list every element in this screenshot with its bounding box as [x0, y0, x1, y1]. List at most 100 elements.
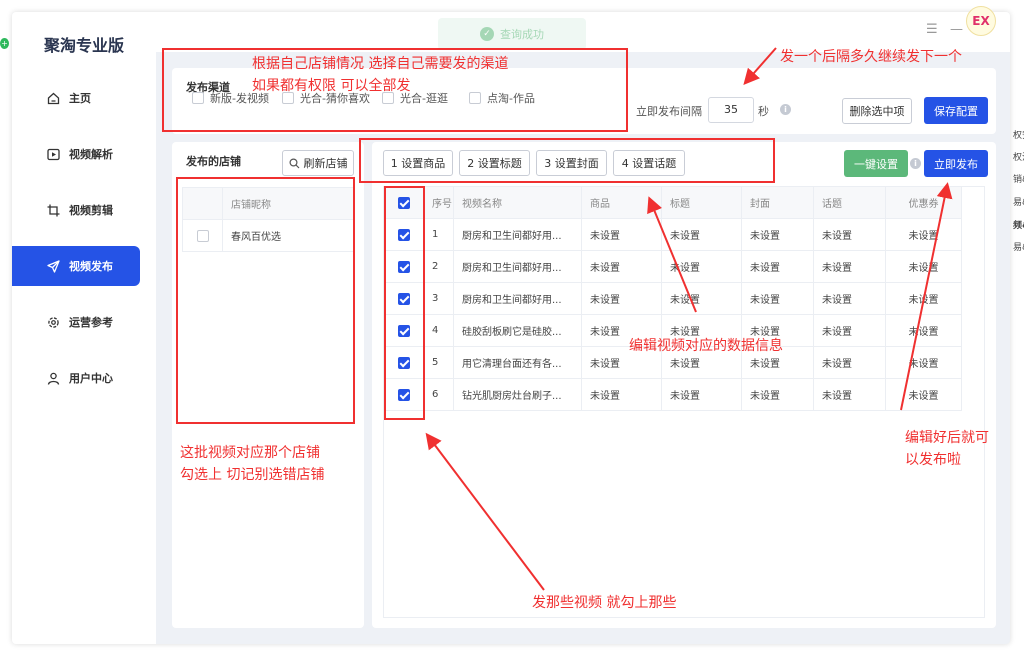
table-row[interactable]: 3 厨房和卫生间都好用... 未设置 未设置 未设置 未设置 未设置 — [383, 282, 962, 315]
cell-coupon: 未设置 — [885, 314, 962, 347]
refresh-shops-button[interactable]: 刷新店铺 — [282, 150, 354, 176]
save-config-button[interactable]: 保存配置 — [924, 97, 988, 124]
annotation-text: 以发布啦 — [905, 452, 961, 468]
user-icon — [46, 371, 60, 385]
app-title: 聚淘专业版 — [44, 36, 125, 55]
edge-text: 销& — [1013, 175, 1024, 185]
sidebar-item-label: 运营参考 — [69, 316, 113, 329]
table-row[interactable]: 1 厨房和卫生间都好用... 未设置 未设置 未设置 未设置 未设置 — [383, 218, 962, 251]
table-row[interactable]: 2 厨房和卫生间都好用... 未设置 未设置 未设置 未设置 未设置 — [383, 250, 962, 283]
cell-title: 未设置 — [661, 282, 742, 315]
column-header: 视频名称 — [453, 186, 582, 219]
interval-label: 立即发布间隔 — [636, 105, 702, 118]
interval-input[interactable]: 35 — [708, 97, 754, 123]
sidebar-item-video-edit[interactable]: 视频剪辑 — [12, 190, 140, 230]
cell-topic: 未设置 — [813, 378, 886, 411]
edge-text: 频& — [1013, 221, 1024, 231]
cell-topic: 未设置 — [813, 250, 886, 283]
top-bar: ✓ 查询成功 ☰ — ☐ — [156, 12, 1010, 52]
screenshot-root: + 权安 权注 销& 易& 频& 易& 聚淘专业版 主页 视频解析 — [0, 0, 1024, 656]
toast-text: 查询成功 — [500, 28, 544, 41]
cell-name: 厨房和卫生间都好用... — [453, 250, 582, 283]
column-header: 优惠券 — [885, 186, 962, 219]
column-header: 话题 — [813, 186, 886, 219]
annotation-text: 编辑视频对应的数据信息 — [629, 338, 783, 354]
cell-coupon: 未设置 — [885, 218, 962, 251]
cell-coupon: 未设置 — [885, 282, 962, 315]
cell-product: 未设置 — [581, 282, 662, 315]
delete-selected-button[interactable]: 删除选中项 — [842, 98, 912, 124]
cell-product: 未设置 — [581, 250, 662, 283]
cell-index: 1 — [423, 218, 454, 251]
background-window-edge: 权安 权注 销& 易& 频& 易& — [1010, 0, 1024, 656]
sidebar: 聚淘专业版 主页 视频解析 视频剪辑 视频发布 运营参考 用户中心 — [12, 12, 156, 644]
table-row[interactable]: 6 钻光肌厨房灶台刷子... 未设置 未设置 未设置 未设置 未设置 — [383, 378, 962, 411]
interval-unit: 秒 — [758, 105, 769, 118]
cell-index: 5 — [423, 346, 454, 379]
cell-name: 钻光肌厨房灶台刷子... — [453, 378, 582, 411]
sidebar-item-label: 用户中心 — [69, 372, 113, 385]
cell-cover: 未设置 — [741, 218, 814, 251]
cell-index: 2 — [423, 250, 454, 283]
cell-topic: 未设置 — [813, 282, 886, 315]
sidebar-item-video-parse[interactable]: 视频解析 — [12, 134, 140, 174]
annotation-text: 勾选上 切记别选错店铺 — [180, 467, 325, 483]
edge-text: 权注 — [1013, 153, 1024, 163]
cell-coupon: 未设置 — [885, 346, 962, 379]
edge-text: 易& — [1013, 243, 1024, 253]
annotation-box-steps — [359, 138, 775, 183]
column-header: 序号 — [423, 186, 454, 219]
cell-product: 未设置 — [581, 218, 662, 251]
home-icon — [46, 91, 60, 105]
annotation-box-select — [384, 186, 425, 420]
cell-name: 厨房和卫生间都好用... — [453, 218, 582, 251]
ex-badge-icon[interactable]: EX — [966, 6, 996, 36]
annotation-box-shop — [176, 177, 355, 424]
cell-name: 硅胶刮板刷它是硅胶... — [453, 314, 582, 347]
one-click-setup-button[interactable]: 一键设置 — [844, 150, 908, 177]
annotation-text: 编辑好后就可 — [905, 430, 989, 446]
cell-coupon: 未设置 — [885, 250, 962, 283]
cell-product: 未设置 — [581, 378, 662, 411]
cell-topic: 未设置 — [813, 346, 886, 379]
annotation-text: 发那些视频 就勾上那些 — [532, 595, 677, 611]
annotation-text: 这批视频对应那个店铺 — [180, 445, 320, 461]
annotation-text: 发一个后隔多久继续发下一个 — [780, 49, 962, 65]
plus-icon: + — [0, 38, 9, 49]
sidebar-item-operations[interactable]: 运营参考 — [12, 302, 140, 342]
check-circle-icon: ✓ — [480, 27, 494, 41]
edge-text: 易& — [1013, 198, 1024, 208]
cell-title: 未设置 — [661, 218, 742, 251]
annotation-text: 如果都有权限 可以全部发 — [252, 78, 411, 94]
play-icon — [46, 147, 60, 161]
sidebar-item-label: 视频解析 — [69, 148, 113, 161]
table-header: 序号 视频名称 商品 标题 封面 话题 优惠券 — [383, 186, 962, 219]
sidebar-item-label: 视频发布 — [69, 260, 113, 273]
cell-cover: 未设置 — [741, 282, 814, 315]
cell-name: 厨房和卫生间都好用... — [453, 282, 582, 315]
cell-topic: 未设置 — [813, 218, 886, 251]
sidebar-item-user-center[interactable]: 用户中心 — [12, 358, 140, 398]
publish-now-button[interactable]: 立即发布 — [924, 150, 988, 177]
send-icon — [46, 259, 60, 273]
minimize-button[interactable]: — — [950, 22, 963, 37]
column-header: 标题 — [661, 186, 742, 219]
column-header: 封面 — [741, 186, 814, 219]
video-table: 序号 视频名称 商品 标题 封面 话题 优惠券 1 厨房和卫生间都好用... 未设置… — [383, 186, 962, 411]
success-toast: ✓ 查询成功 — [438, 18, 586, 50]
cell-index: 4 — [423, 314, 454, 347]
cell-cover: 未设置 — [741, 378, 814, 411]
sidebar-item-video-publish[interactable]: 视频发布 — [12, 246, 140, 286]
sidebar-item-home[interactable]: 主页 — [12, 78, 140, 118]
cell-index: 6 — [423, 378, 454, 411]
menu-icon[interactable]: ☰ — [926, 22, 938, 37]
sidebar-item-label: 视频剪辑 — [69, 204, 113, 217]
search-icon — [288, 157, 299, 168]
cell-coupon: 未设置 — [885, 378, 962, 411]
cell-index: 3 — [423, 282, 454, 315]
cell-topic: 未设置 — [813, 314, 886, 347]
info-icon[interactable]: i — [780, 104, 791, 115]
info-icon[interactable]: i — [910, 158, 921, 169]
crop-icon — [46, 203, 60, 217]
cell-title: 未设置 — [661, 250, 742, 283]
